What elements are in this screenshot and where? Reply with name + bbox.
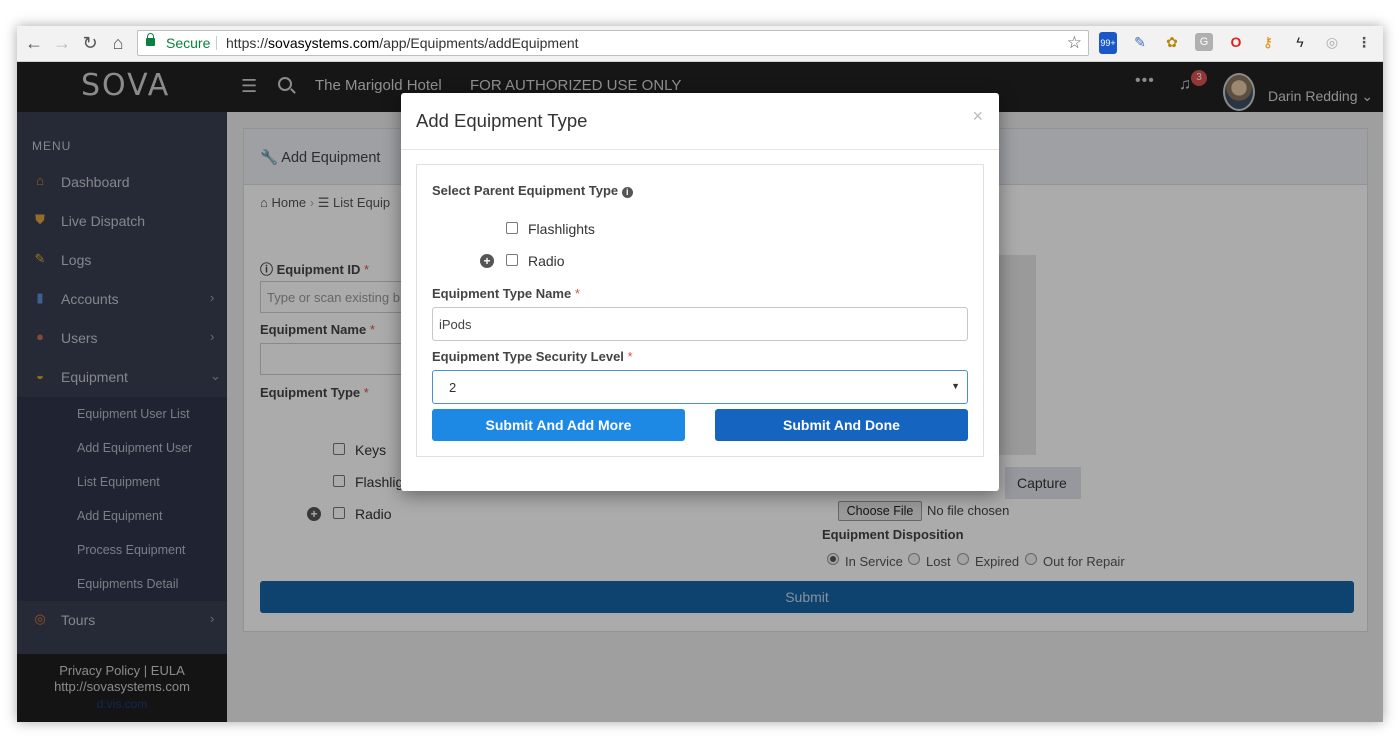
submit-and-add-more-button[interactable]: Submit And Add More bbox=[432, 409, 685, 441]
secure-label: Secure bbox=[166, 35, 211, 51]
address-bar[interactable]: Secure https://sovasystems.com/app/Equip… bbox=[137, 30, 1089, 56]
modal-title: Add Equipment Type bbox=[416, 110, 588, 131]
back-icon[interactable]: ← bbox=[23, 32, 45, 54]
browser-window: ← → ↻ ⌂ Secure https://sovasystems.com/a… bbox=[17, 26, 1383, 722]
flame-extension-icon[interactable]: ϟ bbox=[1291, 33, 1309, 51]
close-icon[interactable]: × bbox=[972, 106, 983, 127]
address-separator bbox=[216, 36, 217, 50]
chrome-menu-icon[interactable]: ⋮ bbox=[1355, 33, 1373, 51]
eyedropper-extension-icon[interactable]: ✎ bbox=[1131, 33, 1149, 51]
type-name-input[interactable]: iPods bbox=[432, 307, 968, 341]
parent-type-label-text: Select Parent Equipment Type bbox=[432, 183, 619, 198]
opera-extension-icon[interactable]: O bbox=[1227, 33, 1245, 51]
reload-icon[interactable]: ↻ bbox=[79, 32, 101, 54]
forward-icon[interactable]: → bbox=[51, 32, 73, 54]
key-extension-icon[interactable]: ⚷ bbox=[1259, 33, 1277, 51]
required-marker: * bbox=[627, 349, 633, 364]
submit-and-done-button[interactable]: Submit And Done bbox=[715, 409, 968, 441]
type-name-label: Equipment Type Name * bbox=[432, 286, 580, 301]
browser-toolbar: ← → ↻ ⌂ Secure https://sovasystems.com/a… bbox=[17, 26, 1383, 62]
required-marker: * bbox=[574, 286, 580, 301]
security-level-select[interactable]: 2 ▼ bbox=[432, 370, 968, 404]
modal-form: Select Parent Equipment Type i Flashligh… bbox=[416, 164, 984, 457]
security-level-label-text: Equipment Type Security Level bbox=[432, 349, 624, 364]
fingerprint-extension-icon[interactable]: ◎ bbox=[1323, 33, 1341, 51]
parent-checkbox-flashlights[interactable] bbox=[506, 222, 518, 234]
info-icon: i bbox=[621, 187, 633, 198]
modal-divider bbox=[401, 149, 999, 150]
url-path: /app/Equipments/addEquipment bbox=[379, 35, 579, 51]
home-icon[interactable]: ⌂ bbox=[107, 32, 129, 54]
parent-label-flashlights: Flashlights bbox=[528, 221, 595, 237]
parent-checkbox-radio[interactable] bbox=[506, 254, 518, 266]
expand-plus-icon[interactable]: + bbox=[480, 254, 494, 268]
dropdown-caret-icon: ▼ bbox=[951, 381, 960, 391]
url-host: sovasystems.com bbox=[268, 35, 380, 51]
g-extension-icon[interactable]: G bbox=[1195, 33, 1213, 51]
url-text: https://sovasystems.com/app/Equipments/a… bbox=[226, 31, 579, 55]
add-equipment-type-modal: Add Equipment Type × Select Parent Equip… bbox=[401, 93, 999, 491]
parent-type-label: Select Parent Equipment Type i bbox=[432, 183, 633, 198]
security-level-label: Equipment Type Security Level * bbox=[432, 349, 633, 364]
palette-extension-icon[interactable]: ✿ bbox=[1163, 33, 1181, 51]
security-level-value: 2 bbox=[449, 380, 457, 395]
url-prefix: https:// bbox=[226, 35, 269, 51]
lock-icon bbox=[146, 33, 155, 46]
bookmark-star-icon[interactable]: ☆ bbox=[1067, 31, 1082, 55]
phone-extension-icon[interactable]: 99+ bbox=[1099, 32, 1117, 54]
parent-label-radio: Radio bbox=[528, 253, 565, 269]
type-name-label-text: Equipment Type Name bbox=[432, 286, 572, 301]
